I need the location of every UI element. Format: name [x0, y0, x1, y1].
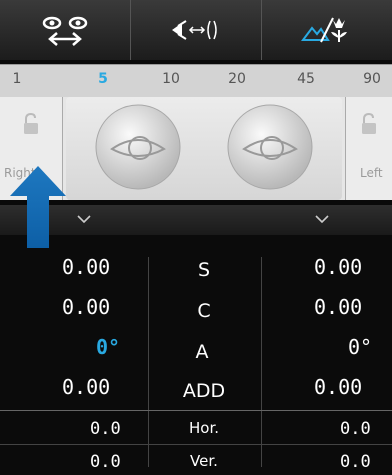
scale-tick-active[interactable]: 5	[98, 71, 108, 87]
right-cylinder-value[interactable]: 0.00	[62, 295, 110, 319]
chevron-down-icon[interactable]	[77, 214, 91, 224]
scale-tick[interactable]: 1	[13, 71, 22, 87]
axis-label: A	[195, 341, 209, 363]
section-divider	[0, 410, 392, 411]
right-eye-icon[interactable]	[94, 103, 182, 191]
scale-tick[interactable]: 90	[363, 71, 381, 87]
distance-button[interactable]	[131, 0, 261, 60]
chevron-down-icon[interactable]	[315, 214, 329, 224]
left-prism-horizontal-value[interactable]: 0.0	[340, 419, 371, 439]
right-sphere-value[interactable]: 0.00	[62, 255, 110, 279]
cylinder-label: C	[197, 300, 211, 322]
right-prism-vertical-value[interactable]: 0.0	[90, 452, 121, 472]
left-eye-label: Left	[360, 166, 383, 180]
right-add-value[interactable]: 0.00	[62, 375, 110, 399]
chart-distance-icon	[172, 20, 217, 40]
prism-horizontal-label: Hor.	[188, 419, 220, 437]
landscape-flower-icon	[301, 17, 347, 43]
pd-button[interactable]	[0, 0, 130, 60]
arrow-up-icon	[10, 166, 66, 248]
left-prism-vertical-value[interactable]: 0.0	[340, 452, 371, 472]
unlock-icon	[24, 113, 38, 134]
left-eye-side[interactable]: Left	[345, 97, 392, 200]
prism-vertical-label: Ver.	[190, 452, 218, 470]
unlock-icon	[362, 113, 376, 134]
scale-tick[interactable]: 10	[162, 71, 180, 87]
left-cylinder-value[interactable]: 0.00	[314, 295, 362, 319]
top-toolbar	[0, 0, 392, 60]
scale-tick[interactable]: 20	[228, 71, 246, 87]
left-axis-value[interactable]: 0°	[348, 335, 372, 359]
right-axis-value[interactable]: 0°	[96, 335, 120, 359]
mode-button[interactable]	[262, 0, 392, 60]
scale-tick[interactable]: 45	[297, 71, 315, 87]
row-divider	[0, 444, 392, 445]
left-add-value[interactable]: 0.00	[314, 375, 362, 399]
left-sphere-value[interactable]: 0.00	[314, 255, 362, 279]
right-prism-horizontal-value[interactable]: 0.0	[90, 419, 121, 439]
distance-scale[interactable]: 1 5 10 20 45 90	[0, 64, 392, 98]
eye-images	[66, 97, 342, 200]
left-eye-icon[interactable]	[226, 103, 314, 191]
add-label: ADD	[182, 380, 226, 402]
eyes-pupillary-distance-icon	[42, 16, 88, 46]
column-divider	[261, 257, 262, 467]
sphere-label: S	[197, 259, 211, 281]
column-divider	[148, 257, 149, 467]
